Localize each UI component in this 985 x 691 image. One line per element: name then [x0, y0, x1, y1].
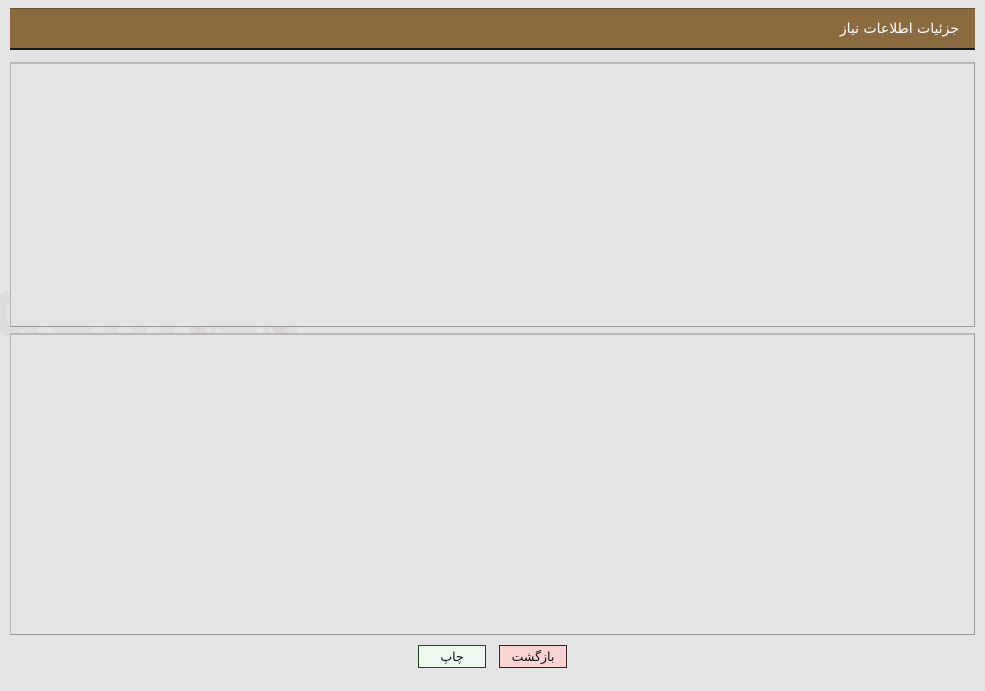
need-info-panel — [10, 62, 975, 327]
service-details-panel — [10, 333, 975, 635]
page-header: جزئیات اطلاعات نیاز — [10, 8, 975, 50]
page-root: AriaTender.net جزئیات اطلاعات نیاز شماره… — [0, 0, 985, 691]
back-button[interactable]: بازگشت — [499, 645, 567, 668]
print-button[interactable]: چاپ — [418, 645, 486, 668]
footer-actions: بازگشت چاپ — [0, 645, 985, 668]
page-title: جزئیات اطلاعات نیاز — [839, 20, 959, 37]
